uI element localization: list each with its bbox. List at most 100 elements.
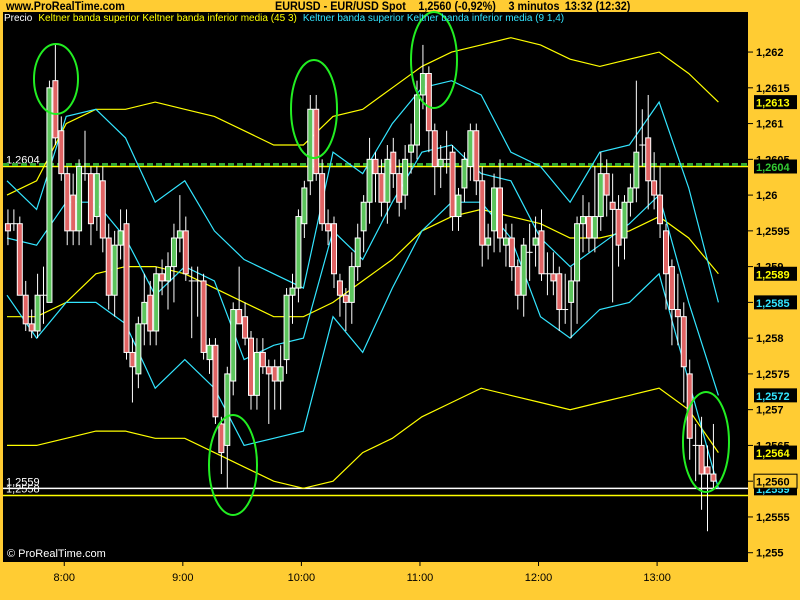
- candle-body: [147, 294, 154, 332]
- candle-body: [680, 316, 687, 368]
- x-tick-label: 10:00: [288, 572, 316, 584]
- candle-body: [585, 216, 592, 239]
- candle: [591, 166, 598, 253]
- candle: [271, 359, 278, 410]
- x-tick-label: 11:00: [407, 572, 434, 584]
- candle-body: [200, 280, 207, 353]
- candle: [467, 123, 474, 181]
- candle-body: [230, 309, 237, 382]
- candle: [603, 159, 610, 217]
- candle: [556, 266, 563, 331]
- candle: [301, 180, 308, 239]
- candle: [176, 195, 183, 253]
- candle-body: [467, 130, 474, 167]
- y-tick-label: 1,257: [756, 405, 784, 417]
- candle: [64, 166, 71, 246]
- candle: [491, 173, 498, 253]
- candle: [99, 166, 106, 253]
- candle-body: [425, 73, 432, 132]
- candle: [378, 159, 385, 217]
- candle-body: [135, 323, 142, 375]
- candle: [680, 302, 687, 403]
- price-label-text: 1,2604: [756, 162, 791, 174]
- candle-body: [313, 108, 320, 175]
- candle-body: [105, 237, 112, 296]
- band-line-keltner_45: [7, 387, 719, 489]
- candle-body: [473, 130, 480, 182]
- y-tick-label: 1,258: [756, 333, 784, 345]
- candle: [105, 223, 112, 310]
- candle-body: [496, 187, 503, 239]
- candle-body: [491, 187, 498, 232]
- candle-body: [402, 158, 409, 196]
- y-tick-label: 1,255: [756, 548, 784, 560]
- candle-body: [366, 158, 373, 203]
- candle-body: [591, 216, 598, 239]
- candle-body: [70, 194, 77, 232]
- candle-body: [16, 223, 23, 296]
- candle: [307, 94, 314, 196]
- candle: [277, 345, 284, 410]
- candle: [313, 94, 320, 181]
- candle: [390, 137, 397, 188]
- candle-body: [668, 266, 675, 311]
- candle: [585, 202, 592, 253]
- candle-body: [532, 237, 539, 246]
- watermark: © ProRealTime.com: [7, 548, 106, 560]
- y-tick-label: 1,2615: [756, 83, 790, 95]
- price-label-text: 1,2585: [756, 298, 790, 310]
- candle: [82, 130, 89, 181]
- price-label-text: 1,2560: [756, 477, 790, 489]
- candle: [153, 266, 160, 346]
- candle: [485, 223, 492, 260]
- candle: [425, 66, 432, 153]
- candle: [212, 338, 219, 424]
- candle-body: [259, 351, 266, 368]
- candle: [117, 209, 124, 260]
- candle-body: [141, 301, 148, 325]
- candle: [206, 338, 213, 374]
- candle-body: [651, 180, 658, 196]
- candle: [22, 280, 29, 331]
- price-label-text: 1,2613: [756, 98, 790, 110]
- candle-body: [674, 309, 681, 318]
- candle: [639, 109, 646, 167]
- candle: [668, 259, 675, 346]
- candle-body: [408, 144, 415, 153]
- candle-body: [277, 366, 284, 382]
- candle-body: [283, 294, 290, 361]
- candle: [437, 145, 444, 188]
- candles: [4, 44, 717, 532]
- candle-body: [325, 223, 332, 232]
- candle-body: [76, 165, 83, 232]
- candle: [621, 195, 628, 260]
- price-label: 1,2564: [754, 445, 797, 460]
- candle: [182, 216, 189, 281]
- candle: [579, 195, 586, 253]
- candle-body: [662, 230, 669, 275]
- candle: [70, 173, 77, 246]
- candle-body: [253, 351, 260, 396]
- candle-body: [159, 273, 166, 282]
- candle-body: [52, 80, 59, 139]
- candle: [431, 123, 438, 196]
- candle: [455, 187, 462, 231]
- candle-body: [461, 158, 468, 189]
- candle-body: [58, 130, 65, 175]
- candle: [230, 302, 237, 396]
- candle: [16, 216, 23, 296]
- candle-body: [236, 309, 243, 325]
- candle: [496, 159, 503, 253]
- candle: [384, 145, 391, 224]
- candle-body: [117, 230, 124, 246]
- price-label: 1,2585: [754, 295, 797, 310]
- price-label: 1,2560: [753, 473, 798, 489]
- candle-body: [64, 173, 71, 232]
- candle-body: [307, 108, 314, 182]
- candle-body: [271, 366, 278, 382]
- candle-body: [479, 180, 486, 246]
- candle-body: [645, 137, 652, 182]
- candle: [325, 209, 332, 246]
- candle: [508, 223, 515, 281]
- candle-body: [87, 173, 94, 225]
